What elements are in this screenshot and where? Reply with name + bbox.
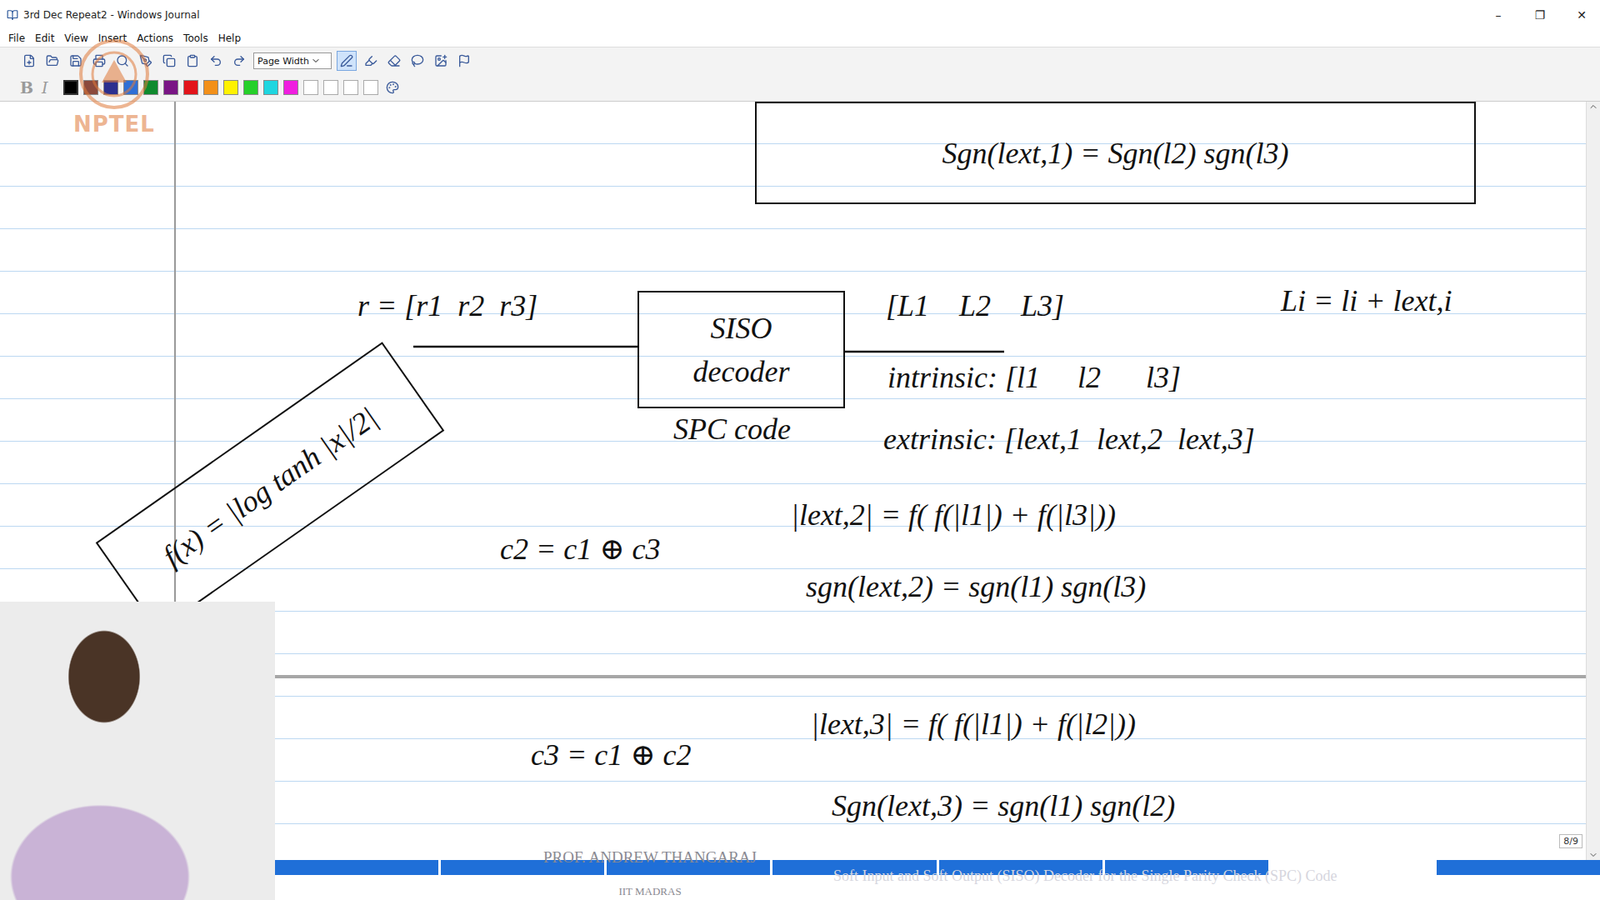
menu-item[interactable]: File bbox=[8, 32, 25, 45]
tool-icon[interactable] bbox=[183, 51, 202, 70]
scrollbar[interactable] bbox=[1585, 101, 1600, 860]
handwritten-note: |lext,2| = f( f(|l1|) + f(|l3|)) bbox=[790, 495, 1116, 535]
pen-width-box[interactable] bbox=[303, 80, 319, 95]
draw-tool-icon[interactable] bbox=[385, 51, 404, 70]
lecture-caption: Soft Input and Soft Output (SISO) Decode… bbox=[833, 867, 1588, 885]
window-control[interactable]: ❐ bbox=[1521, 0, 1559, 30]
handwritten-note: r = [r1 r2 r3] bbox=[357, 286, 538, 325]
color-swatch[interactable] bbox=[123, 80, 139, 95]
handwritten-note: |lext,3| = f( f(|l1|) + f(|l2|)) bbox=[810, 705, 1136, 744]
handwritten-note: Li = li + lext,i bbox=[1280, 281, 1453, 320]
menu-item[interactable]: Insert bbox=[98, 32, 127, 45]
color-swatch[interactable] bbox=[243, 80, 259, 95]
tool-icon[interactable] bbox=[230, 51, 249, 70]
handwritten-note: SPC code bbox=[673, 410, 791, 449]
format-bar: BI bbox=[0, 74, 1600, 102]
window-control[interactable]: ✕ bbox=[1563, 0, 1600, 30]
presenter-video bbox=[0, 601, 275, 900]
tool-icon[interactable] bbox=[43, 51, 62, 70]
pen-icon[interactable] bbox=[336, 50, 357, 71]
color-swatch[interactable] bbox=[283, 80, 299, 95]
tool-icon[interactable] bbox=[136, 51, 155, 70]
window-control[interactable]: – bbox=[1480, 0, 1517, 30]
draw-tool-icon[interactable] bbox=[361, 51, 380, 70]
journal-window: 3rd Dec Repeat2 - Windows Journal–❐✕File… bbox=[0, 0, 1600, 900]
draw-tool-icon[interactable] bbox=[431, 51, 450, 70]
pen-width-box[interactable] bbox=[343, 80, 359, 95]
decoder-block: SISO decoder bbox=[637, 290, 845, 409]
nptel-watermark: NPTEL bbox=[60, 36, 169, 137]
presenter-name: PROF. ANDREW THANGARAJ bbox=[543, 848, 757, 867]
handwritten-note: extrinsic: [lext,1 lext,2 lext,3] bbox=[883, 420, 1255, 459]
app-icon bbox=[6, 9, 19, 21]
tool-icon[interactable] bbox=[20, 51, 39, 70]
tool-icon[interactable] bbox=[160, 51, 179, 70]
color-swatch[interactable] bbox=[63, 80, 79, 95]
draw-tool-icon[interactable] bbox=[455, 51, 474, 70]
scroll-up-icon[interactable] bbox=[1588, 101, 1599, 112]
handwritten-note: intrinsic: [l1 l2 l3] bbox=[887, 358, 1181, 397]
scroll-down-icon[interactable] bbox=[1588, 850, 1599, 860]
boxed-note: f(x) = |log tanh |x|/2| bbox=[95, 341, 445, 631]
palette-icon[interactable] bbox=[383, 78, 402, 97]
italic-button[interactable]: I bbox=[41, 78, 59, 97]
menu-item[interactable]: Tools bbox=[183, 32, 209, 45]
page-counter: 8/9 bbox=[1559, 834, 1583, 849]
toolbar: Page Width bbox=[0, 46, 1600, 75]
handwritten-note: Sgn(lext,3) = sgn(l1) sgn(l2) bbox=[831, 786, 1175, 825]
tool-icon[interactable] bbox=[66, 51, 85, 70]
color-swatch[interactable] bbox=[263, 80, 279, 95]
boxed-note: Sgn(lext,1) = Sgn(l2) sgn(l3) bbox=[755, 101, 1476, 205]
handwritten-note: c2 = c1 ⊕ c3 bbox=[500, 530, 660, 569]
color-swatch[interactable] bbox=[103, 80, 119, 95]
handwritten-note: [L1 L2 L3] bbox=[885, 286, 1065, 325]
color-swatch[interactable] bbox=[223, 80, 239, 95]
title-bar: 3rd Dec Repeat2 - Windows Journal–❐✕ bbox=[0, 0, 1600, 30]
institute-name: IIT MADRAS bbox=[618, 885, 681, 900]
tool-icon[interactable] bbox=[206, 51, 225, 70]
menu-item[interactable]: Edit bbox=[35, 32, 55, 45]
lower-third: PROF. ANDREW THANGARAJ Soft Input and Sof… bbox=[466, 840, 1588, 900]
color-swatch[interactable] bbox=[203, 80, 219, 95]
menu-item[interactable]: Help bbox=[218, 32, 241, 45]
window-title: 3rd Dec Repeat2 - Windows Journal bbox=[23, 9, 1475, 21]
nptel-logo-icon bbox=[76, 36, 152, 112]
color-swatch[interactable] bbox=[143, 80, 159, 95]
handwritten-note: c3 = c1 ⊕ c2 bbox=[530, 735, 691, 775]
tool-icon[interactable] bbox=[90, 51, 109, 70]
menu-item[interactable]: View bbox=[64, 32, 88, 45]
menu-bar: File Edit View Insert Actions Tools Help bbox=[0, 30, 1600, 47]
color-swatch[interactable] bbox=[83, 80, 99, 95]
menu-item[interactable]: Actions bbox=[136, 32, 174, 45]
pen-width-box[interactable] bbox=[363, 80, 379, 95]
draw-tool-icon[interactable] bbox=[408, 51, 427, 70]
tool-icon[interactable] bbox=[113, 51, 132, 70]
pen-width-box[interactable] bbox=[323, 80, 339, 95]
chevron-icon bbox=[310, 55, 321, 66]
zoom-select[interactable]: Page Width bbox=[253, 52, 332, 70]
handwritten-note: sgn(lext,2) = sgn(l1) sgn(l3) bbox=[805, 567, 1146, 606]
color-swatch[interactable] bbox=[163, 80, 179, 95]
bold-button[interactable]: B bbox=[20, 78, 37, 97]
color-swatch[interactable] bbox=[183, 80, 199, 95]
